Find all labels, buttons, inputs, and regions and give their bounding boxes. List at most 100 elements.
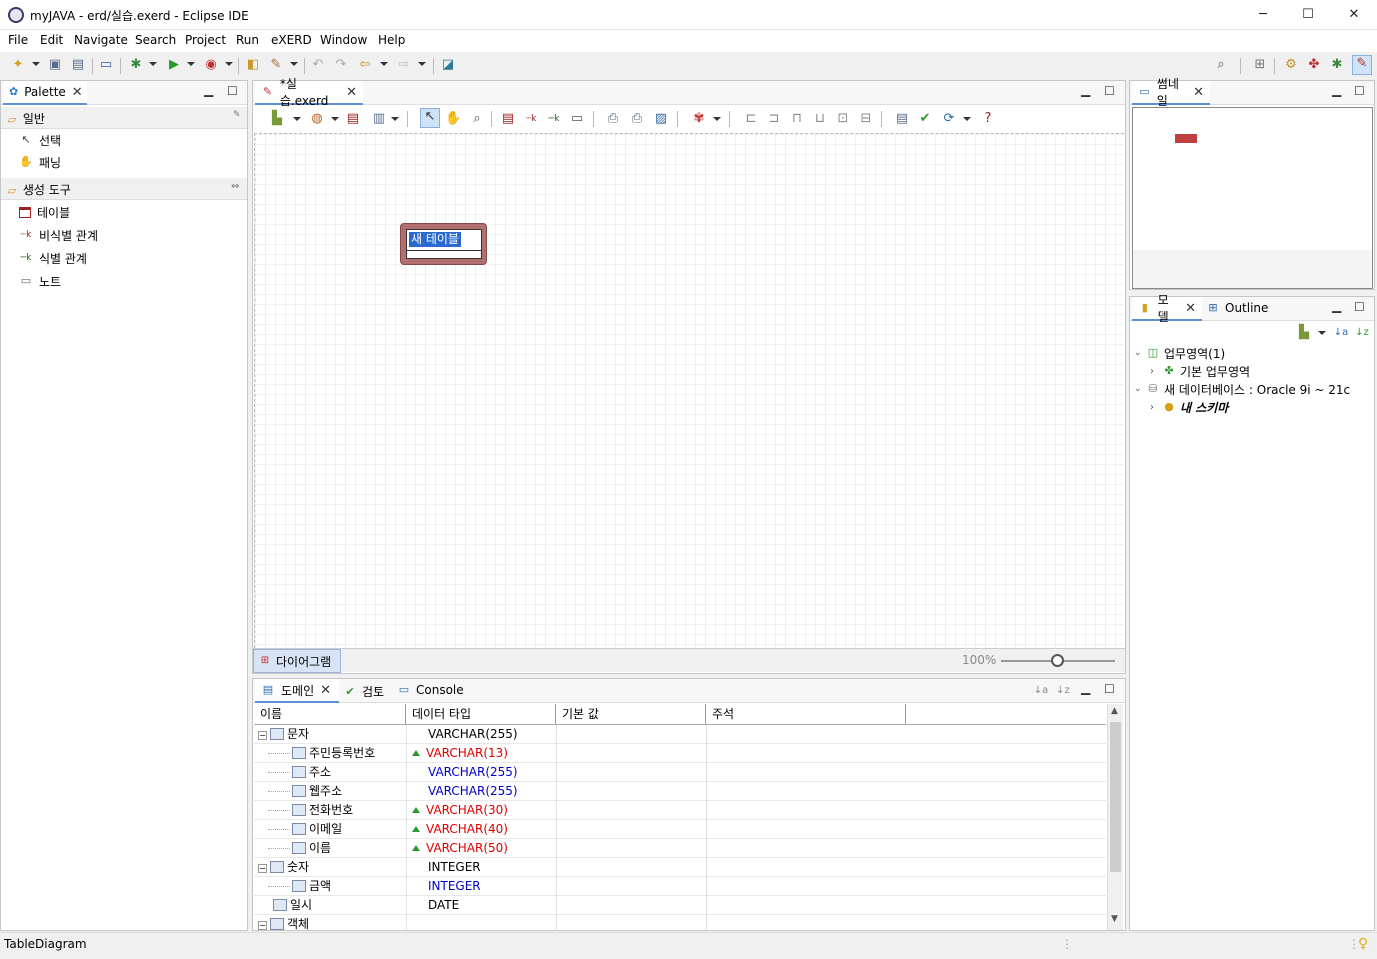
table-row[interactable]: 이메일 VARCHAR(40)	[254, 820, 1106, 839]
lightbulb-icon[interactable]: ♀	[1358, 936, 1368, 952]
forward-dropdown[interactable]	[418, 62, 426, 66]
layout-dropdown[interactable]	[293, 117, 301, 121]
print-icon[interactable]: ⎙	[629, 111, 645, 127]
tab-review[interactable]: ✔ 검토	[343, 683, 384, 700]
palette-section-tools[interactable]: ▱ 생성 도구 ⇔	[1, 178, 247, 200]
chevron-down-icon[interactable]: ⌄	[1134, 348, 1146, 358]
domain-type-cell[interactable]: VARCHAR(13)	[412, 744, 508, 763]
note-icon[interactable]: ▭	[569, 111, 585, 127]
tree-item-business-area[interactable]: ⌄ ◫ 업무영역(1)	[1134, 343, 1372, 363]
domain-type-cell[interactable]: INTEGER	[412, 858, 481, 877]
table-name-edit[interactable]: 새 테이블	[409, 232, 461, 247]
style-icon[interactable]: ✾	[691, 111, 707, 127]
domain-type-cell[interactable]: VARCHAR(255)	[412, 763, 518, 782]
menu-file[interactable]: File	[8, 33, 28, 47]
domain-type-cell[interactable]	[412, 915, 428, 930]
clipboard-icon[interactable]: ▥	[371, 111, 387, 127]
color-icon[interactable]: ◍	[309, 111, 325, 127]
terminal-icon[interactable]: ▭	[98, 57, 114, 73]
close-icon[interactable]: ✕	[346, 85, 357, 100]
wand-dropdown[interactable]	[290, 62, 298, 66]
external-tools-dropdown[interactable]	[225, 62, 233, 66]
sort-descending-icon[interactable]: ↓z	[1055, 683, 1071, 699]
domain-type-cell[interactable]: VARCHAR(255)	[412, 725, 518, 744]
open-folder-icon[interactable]: ◧	[245, 57, 261, 73]
pin-icon[interactable]: ✎	[233, 110, 241, 120]
align-center-icon[interactable]: ⊐	[766, 111, 782, 127]
collapse-toggle-icon[interactable]: −	[258, 864, 267, 873]
debug-icon[interactable]: ✱	[128, 57, 144, 73]
table-row[interactable]: 웹주소 VARCHAR(255)	[254, 782, 1106, 801]
menu-help[interactable]: Help	[378, 33, 405, 47]
tree-item-database[interactable]: ⌄ ⛁ 새 데이터베이스 : Oracle 9i ~ 21c	[1134, 379, 1374, 399]
table-row[interactable]: − 문자 VARCHAR(255)	[254, 725, 1106, 744]
back-icon[interactable]: ⇦	[357, 57, 373, 73]
minimize-view-icon[interactable]: ▁	[1081, 83, 1090, 97]
tab-domain[interactable]: ▤ 도메인 ✕	[255, 679, 339, 703]
maximize-view-icon[interactable]: ☐	[1104, 84, 1115, 98]
sort-filter-icon[interactable]: ↓z	[1354, 325, 1370, 341]
maximize-view-icon[interactable]: ☐	[1354, 84, 1365, 98]
thumbnail-view[interactable]	[1132, 107, 1373, 289]
identifying-relation-icon[interactable]: ─k	[546, 111, 562, 127]
save-icon[interactable]: ▣	[47, 57, 63, 73]
menu-edit[interactable]: Edit	[40, 33, 63, 47]
domain-type-cell[interactable]: VARCHAR(30)	[412, 801, 508, 820]
zoom-icon[interactable]: ⌕	[469, 111, 485, 127]
close-icon[interactable]: ✕	[320, 683, 331, 698]
sort-az-icon[interactable]: ↓a	[1333, 325, 1349, 341]
menu-exerd[interactable]: eXERD	[271, 33, 312, 47]
tree-item-default-area[interactable]: › ✤ 기본 업무영역	[1150, 361, 1372, 381]
table-row[interactable]: 주민등록번호 VARCHAR(13)	[254, 744, 1106, 763]
maximize-button[interactable]: ☐	[1285, 0, 1331, 30]
debug-dropdown[interactable]	[149, 62, 157, 66]
java-ee-perspective-icon[interactable]: ✤	[1306, 57, 1322, 73]
maximize-view-icon[interactable]: ☐	[1354, 300, 1365, 314]
table-row[interactable]: − 숫자 INTEGER	[254, 858, 1106, 877]
export-icon[interactable]: ⎙	[605, 111, 621, 127]
palette-item-table[interactable]: 테이블	[19, 202, 70, 222]
run-dropdown[interactable]	[187, 62, 195, 66]
forward-engineer-dropdown[interactable]	[963, 117, 971, 121]
table-row[interactable]: 주소 VARCHAR(255)	[254, 763, 1106, 782]
color-dropdown[interactable]	[331, 117, 339, 121]
scroll-up-icon[interactable]: ▲	[1111, 706, 1118, 716]
align-left-icon[interactable]: ⊏	[743, 111, 759, 127]
minimize-view-icon[interactable]: ▁	[1332, 299, 1341, 313]
align-bottom-icon[interactable]: ⊟	[858, 111, 874, 127]
layout-dropdown[interactable]	[1318, 331, 1326, 335]
help-doc-icon[interactable]: ?	[980, 111, 996, 127]
diagram-canvas[interactable]: 새 테이블	[254, 133, 1124, 648]
image-icon[interactable]: ▨	[653, 111, 669, 127]
prev-annotation-icon[interactable]: ↶	[310, 57, 326, 73]
back-dropdown[interactable]	[380, 62, 388, 66]
java-perspective-icon[interactable]: ⚙	[1283, 57, 1299, 73]
minimize-view-icon[interactable]: ▁	[204, 83, 213, 97]
layout-icon[interactable]: ▙	[269, 111, 285, 127]
layout-icon[interactable]: ▙	[1296, 325, 1312, 341]
chevron-right-icon[interactable]: ›	[1150, 366, 1162, 377]
align-right-icon[interactable]: ⊓	[789, 111, 805, 127]
palette-item-identifying-relation[interactable]: ─k 식별 관계	[19, 248, 87, 268]
close-icon[interactable]: ✕	[1185, 301, 1196, 316]
maximize-view-icon[interactable]: ☐	[227, 84, 238, 98]
style-dropdown[interactable]	[713, 117, 721, 121]
forward-icon[interactable]: ⇨	[396, 57, 412, 73]
column-header-name[interactable]: 이름	[254, 704, 406, 724]
chevron-down-icon[interactable]: ⌄	[1134, 384, 1146, 394]
menu-project[interactable]: Project	[185, 33, 226, 47]
tab-palette[interactable]: ✿ Palette ✕	[3, 81, 87, 105]
tab-exerd-editor[interactable]: ✎ *실습.exerd ✕	[255, 77, 363, 108]
search-icon[interactable]: ⌕	[1213, 57, 1229, 73]
pin-editor-icon[interactable]: ◪	[440, 57, 456, 73]
table-row[interactable]: 전화번호 VARCHAR(30)	[254, 801, 1106, 820]
align-middle-icon[interactable]: ⊡	[835, 111, 851, 127]
menu-search[interactable]: Search	[135, 33, 176, 47]
pan-tool-icon[interactable]: ✋	[445, 111, 461, 127]
domain-type-cell[interactable]: VARCHAR(255)	[412, 782, 518, 801]
non-identifying-relation-icon[interactable]: ┄k	[523, 111, 539, 127]
table-row[interactable]: 이름 VARCHAR(50)	[254, 839, 1106, 858]
save-all-icon[interactable]: ▤	[70, 57, 86, 73]
menu-window[interactable]: Window	[320, 33, 367, 47]
domain-type-cell[interactable]: VARCHAR(50)	[412, 839, 508, 858]
